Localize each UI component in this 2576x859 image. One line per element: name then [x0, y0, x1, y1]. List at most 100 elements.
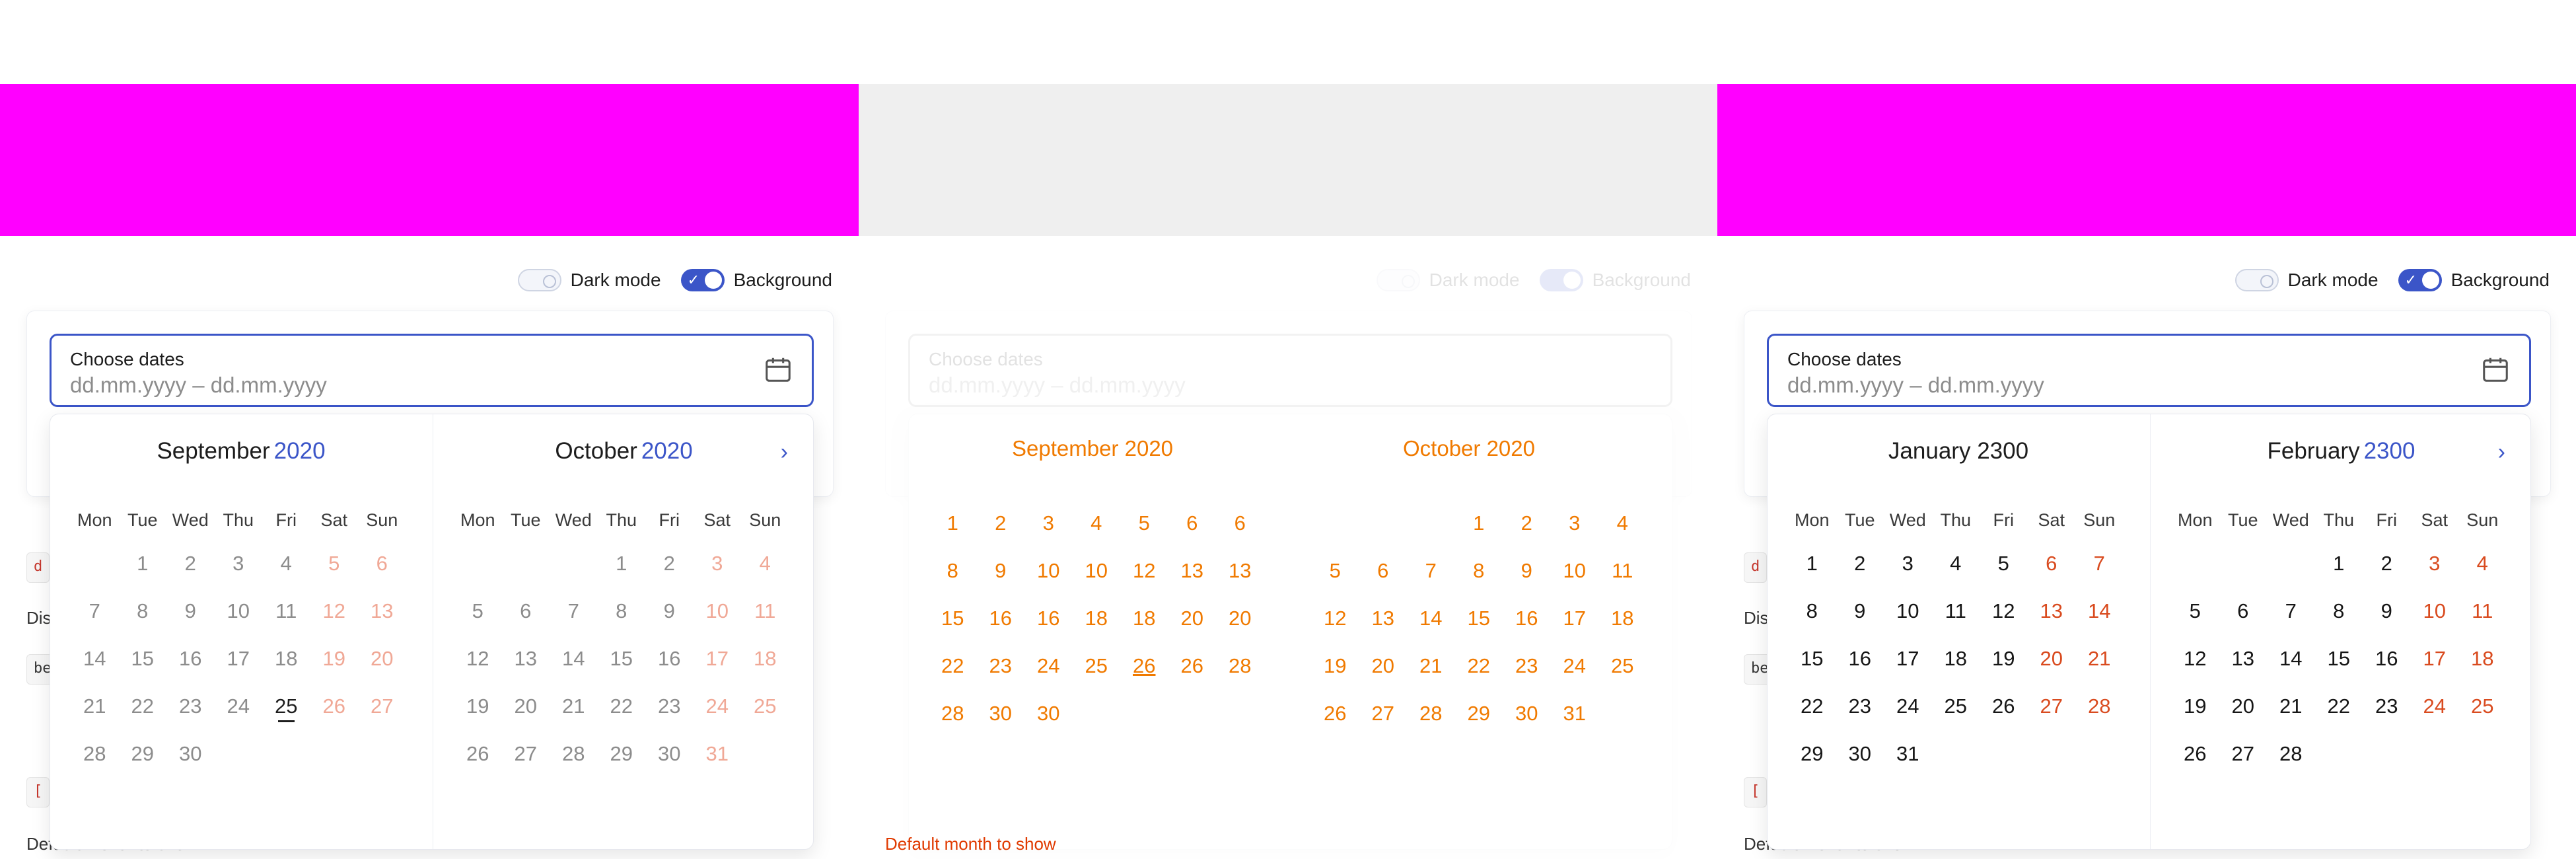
day[interactable]: 2 — [645, 552, 694, 576]
day[interactable]: 20 — [502, 694, 550, 718]
dark-mode-toggle[interactable]: Dark mode — [2235, 269, 2379, 291]
day[interactable]: 24 — [215, 694, 263, 718]
day[interactable]: 22 — [119, 694, 167, 718]
day[interactable]: 29 — [119, 742, 167, 766]
date-range-input[interactable]: Choose dates dd.mm.yyyy – dd.mm.yyyy — [1767, 334, 2531, 407]
day[interactable]: 12 — [2171, 647, 2219, 671]
day[interactable]: 11 — [2458, 599, 2507, 623]
dark-mode-toggle[interactable]: Dark mode — [517, 269, 661, 291]
calendar-icon[interactable] — [763, 354, 793, 385]
day[interactable]: 26 — [2171, 742, 2219, 766]
day[interactable]: 25 — [1932, 694, 1980, 718]
day[interactable]: 15 — [119, 647, 167, 671]
day[interactable]: 23 — [166, 694, 215, 718]
day[interactable]: 26 — [1980, 694, 2028, 718]
day[interactable]: 8 — [598, 599, 646, 623]
day[interactable]: 19 — [310, 647, 359, 671]
background-switch[interactable] — [1539, 269, 1583, 291]
day[interactable]: 22 — [1788, 694, 1836, 718]
day[interactable]: 3 — [2411, 552, 2459, 576]
day[interactable]: 5 — [310, 552, 359, 576]
background-switch[interactable]: ✓ — [2398, 269, 2442, 291]
day[interactable]: 4 — [2458, 552, 2507, 576]
day[interactable]: 21 — [71, 694, 119, 718]
day[interactable]: 5 — [2171, 599, 2219, 623]
day[interactable]: 10 — [694, 599, 742, 623]
day[interactable]: 12 — [1980, 599, 2028, 623]
day[interactable]: 9 — [645, 599, 694, 623]
day[interactable]: 20 — [358, 647, 406, 671]
day[interactable]: 22 — [2315, 694, 2363, 718]
day[interactable]: 18 — [2458, 647, 2507, 671]
chevron-right-icon[interactable]: › — [781, 439, 788, 465]
day[interactable]: 26 — [310, 694, 359, 718]
day[interactable]: 20 — [2219, 694, 2268, 718]
day[interactable]: 17 — [694, 647, 742, 671]
day[interactable]: 13 — [358, 599, 406, 623]
day[interactable]: 1 — [2315, 552, 2363, 576]
day[interactable]: 6 — [2219, 599, 2268, 623]
day[interactable]: 19 — [1980, 647, 2028, 671]
day[interactable]: 13 — [502, 647, 550, 671]
day[interactable]: 6 — [502, 599, 550, 623]
day[interactable]: 19 — [454, 694, 502, 718]
day[interactable]: 6 — [2028, 552, 2076, 576]
day[interactable]: 30 — [1836, 742, 1884, 766]
dark-mode-switch[interactable] — [2235, 269, 2279, 291]
day[interactable]: 8 — [2315, 599, 2363, 623]
day[interactable]: 25 — [741, 694, 789, 718]
day[interactable]: 21 — [2267, 694, 2315, 718]
day[interactable]: 27 — [502, 742, 550, 766]
day[interactable]: 16 — [166, 647, 215, 671]
day[interactable]: 17 — [2411, 647, 2459, 671]
day[interactable]: 24 — [1884, 694, 1932, 718]
day[interactable]: 25 — [2458, 694, 2507, 718]
background-toggle[interactable]: ✓ Background — [2398, 269, 2550, 291]
day[interactable]: 9 — [166, 599, 215, 623]
day[interactable]: 7 — [71, 599, 119, 623]
day[interactable]: 8 — [119, 599, 167, 623]
day[interactable]: 12 — [454, 647, 502, 671]
calendar-icon[interactable] — [2480, 354, 2511, 385]
day[interactable]: 30 — [166, 742, 215, 766]
day[interactable]: 8 — [1788, 599, 1836, 623]
day[interactable]: 29 — [1788, 742, 1836, 766]
day[interactable]: 10 — [1884, 599, 1932, 623]
day[interactable]: 2 — [166, 552, 215, 576]
day[interactable]: 20 — [2028, 647, 2076, 671]
day[interactable]: 19 — [2171, 694, 2219, 718]
day[interactable]: 16 — [1836, 647, 1884, 671]
day[interactable]: 13 — [2219, 647, 2268, 671]
day[interactable]: 2 — [2363, 552, 2411, 576]
day[interactable]: 11 — [741, 599, 789, 623]
dark-mode-toggle[interactable]: Dark mode — [1376, 269, 1520, 291]
day[interactable]: 3 — [694, 552, 742, 576]
background-toggle[interactable]: Background — [1539, 269, 1691, 291]
day[interactable]: 13 — [2028, 599, 2076, 623]
day[interactable]: 28 — [2075, 694, 2124, 718]
day[interactable]: 7 — [550, 599, 598, 623]
day[interactable]: 23 — [2363, 694, 2411, 718]
day[interactable]: 30 — [645, 742, 694, 766]
day[interactable]: 12 — [310, 599, 359, 623]
day[interactable]: 29 — [598, 742, 646, 766]
day[interactable]: 28 — [2267, 742, 2315, 766]
day[interactable]: 14 — [71, 647, 119, 671]
background-toggle[interactable]: ✓ Background — [680, 269, 832, 291]
chevron-right-icon[interactable]: › — [2498, 439, 2505, 465]
day[interactable]: 16 — [645, 647, 694, 671]
day[interactable]: 1 — [1788, 552, 1836, 576]
day[interactable]: 2 — [1836, 552, 1884, 576]
day[interactable]: 9 — [2363, 599, 2411, 623]
day[interactable]: 26 — [454, 742, 502, 766]
day[interactable]: 15 — [598, 647, 646, 671]
day[interactable]: 27 — [358, 694, 406, 718]
day[interactable]: 3 — [1884, 552, 1932, 576]
day[interactable]: 31 — [694, 742, 742, 766]
day[interactable]: 24 — [2411, 694, 2459, 718]
day[interactable]: 4 — [262, 552, 310, 576]
day[interactable]: 27 — [2219, 742, 2268, 766]
day[interactable]: 18 — [262, 647, 310, 671]
day[interactable]: 7 — [2075, 552, 2124, 576]
day[interactable]: 27 — [2028, 694, 2076, 718]
